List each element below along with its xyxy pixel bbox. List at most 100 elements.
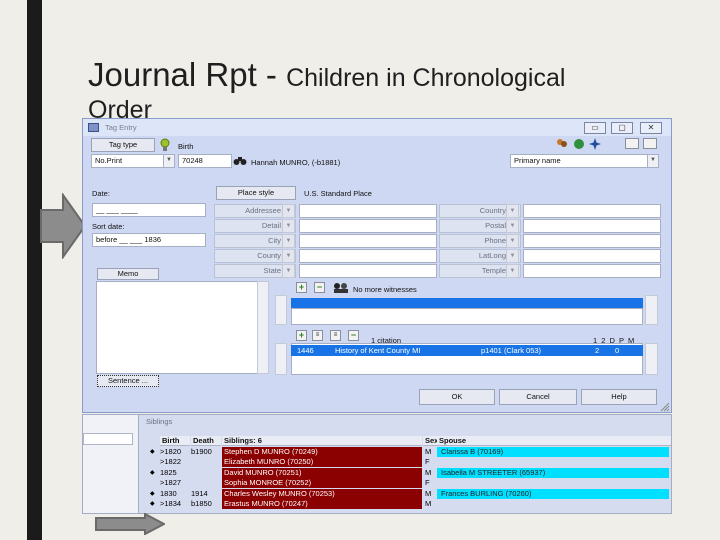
bulb-icon[interactable] <box>159 138 171 152</box>
copy-icon[interactable] <box>625 138 639 149</box>
witness-people-icon[interactable] <box>332 282 350 294</box>
citation-row-arrows[interactable] <box>275 343 287 375</box>
sibling-name[interactable]: Sophia MONROE (70252) <box>222 478 422 489</box>
temple-field[interactable] <box>523 264 661 278</box>
cancel-button[interactable]: Cancel <box>499 389 577 405</box>
chevron-down-icon[interactable]: ▼ <box>506 264 519 278</box>
death-column-header[interactable]: Death <box>191 436 221 446</box>
date-field[interactable]: __ ___ ____ <box>92 203 206 217</box>
maximize-button[interactable]: ▢ <box>611 122 633 134</box>
spouse-column-header[interactable]: Spouse <box>437 436 671 446</box>
citation-edit-icon[interactable]: ≡ <box>330 330 341 341</box>
sibling-marker-icon[interactable] <box>150 478 160 488</box>
chevron-down-icon[interactable]: ▼ <box>163 154 175 168</box>
memo-scrollbar[interactable] <box>257 281 269 374</box>
sibling-sex: M <box>425 499 432 508</box>
chevron-down-icon[interactable]: ▼ <box>282 264 295 278</box>
siblings-column-header[interactable]: Siblings: 6 <box>222 436 422 446</box>
sibling-death: b1900 <box>191 447 212 456</box>
sibling-sex: M <box>425 488 432 498</box>
witness-list[interactable] <box>291 308 643 325</box>
chevron-down-icon[interactable]: ▼ <box>282 234 295 248</box>
citation-value-2: 0 <box>615 346 620 355</box>
sibling-marker-icon[interactable]: ◆ <box>150 468 160 478</box>
date-label: Date: <box>92 189 110 198</box>
sibling-name[interactable]: Elizabeth MUNRO (70250) <box>222 457 422 468</box>
addressee-field[interactable] <box>299 204 437 218</box>
siblings-pane-title: Siblings <box>146 417 173 426</box>
add-witness-icon[interactable]: + <box>296 282 307 293</box>
sibling-name[interactable]: Stephen D MUNRO (70249) <box>222 447 422 457</box>
citation-scrollbar[interactable] <box>645 343 658 375</box>
close-button[interactable]: ✕ <box>640 122 662 134</box>
remove-citation-icon[interactable]: − <box>348 330 359 341</box>
chevron-down-icon[interactable]: ▼ <box>282 219 295 233</box>
citation-value-1: 2 <box>595 346 600 355</box>
chevron-down-icon[interactable]: ▼ <box>506 234 519 248</box>
sibling-birth: >1827 <box>160 478 182 488</box>
people-icon[interactable] <box>556 138 568 150</box>
citation-list-icon[interactable]: ≡ <box>312 330 323 341</box>
state-field[interactable] <box>299 264 437 278</box>
help-button[interactable]: Help <box>581 389 657 405</box>
sibling-death <box>191 478 221 488</box>
witness-selected-row[interactable] <box>291 298 643 308</box>
sibling-marker-icon[interactable]: ◆ <box>150 499 160 509</box>
globe-icon[interactable] <box>573 138 585 150</box>
sex-column-header[interactable]: Sex <box>423 436 437 446</box>
country-field[interactable] <box>523 204 661 218</box>
paste-icon[interactable] <box>643 138 657 149</box>
tag-entry-window: Tag Entry ▭ ▢ ✕ Tag type Birth No.Print … <box>82 118 672 413</box>
sibling-marker-icon[interactable] <box>150 457 160 467</box>
compass-icon[interactable] <box>589 138 601 150</box>
binoculars-icon[interactable] <box>233 155 247 167</box>
sibling-name[interactable]: David MUNRO (70251) <box>222 467 422 478</box>
witness-row-arrows[interactable] <box>275 295 287 325</box>
city-field[interactable] <box>299 234 437 248</box>
witness-scrollbar[interactable] <box>645 295 658 325</box>
sibling-marker-icon[interactable]: ◆ <box>150 447 160 457</box>
slide-title-main: Journal Rpt - <box>88 56 287 93</box>
remove-witness-icon[interactable]: − <box>314 282 325 293</box>
chevron-down-icon[interactable]: ▼ <box>506 219 519 233</box>
sibling-spouse[interactable]: Frances BURLING (70260) <box>437 488 669 499</box>
sibling-name[interactable]: Charles Wesley MUNRO (70253) <box>222 488 422 499</box>
memo-button[interactable]: Memo <box>97 268 159 280</box>
ok-button[interactable]: OK <box>419 389 495 405</box>
sort-date-field[interactable]: before __ ___ 1836 <box>92 233 206 247</box>
chevron-down-icon[interactable]: ▼ <box>282 204 295 218</box>
resize-grip-icon[interactable] <box>660 402 670 412</box>
sibling-death: b1850 <box>191 499 212 508</box>
place-style-button[interactable]: Place style <box>216 186 296 200</box>
sibling-birth: >1822 <box>160 457 182 467</box>
witness-status-label: No more witnesses <box>353 285 417 294</box>
detail-field[interactable] <box>299 219 437 233</box>
person-id-field[interactable]: 70248 <box>178 154 232 168</box>
sibling-birth: >1820 <box>160 447 182 456</box>
slide-title-line2: Order <box>88 96 152 118</box>
birth-column-header[interactable]: Birth <box>160 436 190 446</box>
postal-field[interactable] <box>523 219 661 233</box>
slide-title-sub: Children in Chronological <box>286 64 566 92</box>
role-select[interactable]: Primary name <box>510 154 659 168</box>
citation-row[interactable]: 1446 History of Kent County MI p1401 (Cl… <box>291 345 643 356</box>
chevron-down-icon[interactable]: ▼ <box>506 249 519 263</box>
sibling-birth: 1825 <box>160 467 177 477</box>
memo-textarea[interactable] <box>96 281 269 374</box>
chevron-down-icon[interactable]: ▼ <box>506 204 519 218</box>
add-citation-icon[interactable]: + <box>296 330 307 341</box>
phone-field[interactable] <box>523 234 661 248</box>
pointer-arrow-icon <box>40 193 86 259</box>
sibling-spouse[interactable]: Clarissa B (70169) <box>437 447 669 457</box>
sentence-button[interactable]: Sentence ... <box>97 375 159 387</box>
chevron-down-icon[interactable]: ▼ <box>647 154 659 168</box>
latlong-field[interactable] <box>523 249 661 263</box>
chevron-down-icon[interactable]: ▼ <box>282 249 295 263</box>
sibling-marker-icon[interactable]: ◆ <box>150 489 160 499</box>
left-pane-field[interactable] <box>83 433 133 445</box>
sibling-name[interactable]: Erastus MUNRO (70247) <box>222 499 422 509</box>
sibling-spouse[interactable]: Isabella M STREETER (65937) <box>437 467 669 478</box>
county-field[interactable] <box>299 249 437 263</box>
minimize-button[interactable]: ▭ <box>584 122 606 134</box>
tag-type-button[interactable]: Tag type <box>91 138 155 152</box>
